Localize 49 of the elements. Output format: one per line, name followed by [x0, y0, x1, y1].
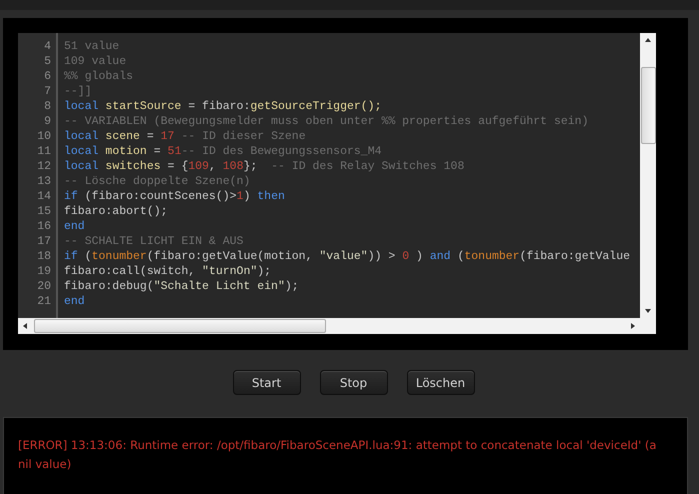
line-number: 8 [43, 100, 52, 115]
code-line: if (fibaro:countScenes()>1) then [64, 190, 286, 205]
horizontal-scrollbar[interactable] [18, 318, 640, 334]
line-number: 11 [36, 145, 52, 160]
line-number: 4 [43, 40, 52, 55]
code-line: end [64, 220, 86, 235]
code-line: -- Lösche doppelte Szene(n) [64, 175, 252, 190]
code-line: fibaro:call(switch, "turnOn"); [64, 265, 272, 280]
line-number: 17 [36, 235, 52, 250]
code-line: -- VARIABLEN (Bewegungsmelder muss oben unter %% properties aufgeführt sein) [64, 115, 590, 130]
line-number: 12 [36, 160, 52, 175]
code-line: -- SCHALTE LICHT EIN & AUS [64, 235, 244, 250]
code-line: %% globals [64, 70, 134, 85]
line-number: 7 [43, 85, 52, 100]
action-button[interactable]: Löschen [406, 370, 474, 395]
line-number: 16 [36, 220, 52, 235]
scroll-up-icon[interactable] [645, 37, 651, 43]
line-number: 20 [36, 280, 52, 295]
vertical-scrollbar[interactable] [640, 33, 656, 318]
scroll-thumb[interactable] [640, 67, 656, 144]
scroll-right-icon[interactable] [630, 323, 636, 329]
code-line: 109 value [64, 55, 128, 70]
code-line: end [64, 295, 86, 310]
code-line: local motion = 51-- ID des Bewegungssensors_M4 [64, 145, 382, 160]
line-number: 19 [36, 265, 52, 280]
line-number: 5 [43, 55, 52, 70]
code-line: 51 value [64, 40, 120, 55]
code-line: --]] [64, 85, 93, 100]
code-line: local startSource = fibaro:getSourceTrigger(); [64, 100, 382, 115]
line-number: 10 [36, 130, 52, 145]
scroll-left-icon[interactable] [22, 323, 28, 329]
scroll-thumb[interactable] [34, 319, 326, 333]
action-button[interactable]: Start [232, 370, 300, 395]
code-line: local scene = 17 -- ID dieser Szene [64, 130, 307, 145]
code-line: local switches = {109, 108}; -- ID des Relay Switches 108 [64, 160, 466, 175]
line-number: 13 [36, 175, 52, 190]
line-number: 9 [43, 115, 52, 130]
code-line: fibaro:abort(); [64, 205, 169, 220]
scroll-down-icon[interactable] [645, 308, 651, 314]
line-number: 6 [43, 70, 52, 85]
error-message: [ERROR] 13:13:06: Runtime error: /opt/fibaro/FibaroSceneAPI.lua:91: attempt to concatenate local 'deviceId' (a nil value) [18, 437, 658, 473]
line-number: 15 [36, 205, 52, 220]
code-line: if (tonumber(fibaro:getValue(motion, "value")) > 0 ) and (tonumber(fibaro:getValue [64, 250, 630, 265]
line-number: 18 [36, 250, 52, 265]
action-button[interactable]: Stop [320, 370, 388, 395]
code-line: fibaro:debug("Schalte Licht ein"); [64, 280, 300, 295]
code-editor[interactable] [18, 33, 656, 334]
line-number: 14 [36, 190, 52, 205]
line-number: 21 [36, 295, 52, 310]
